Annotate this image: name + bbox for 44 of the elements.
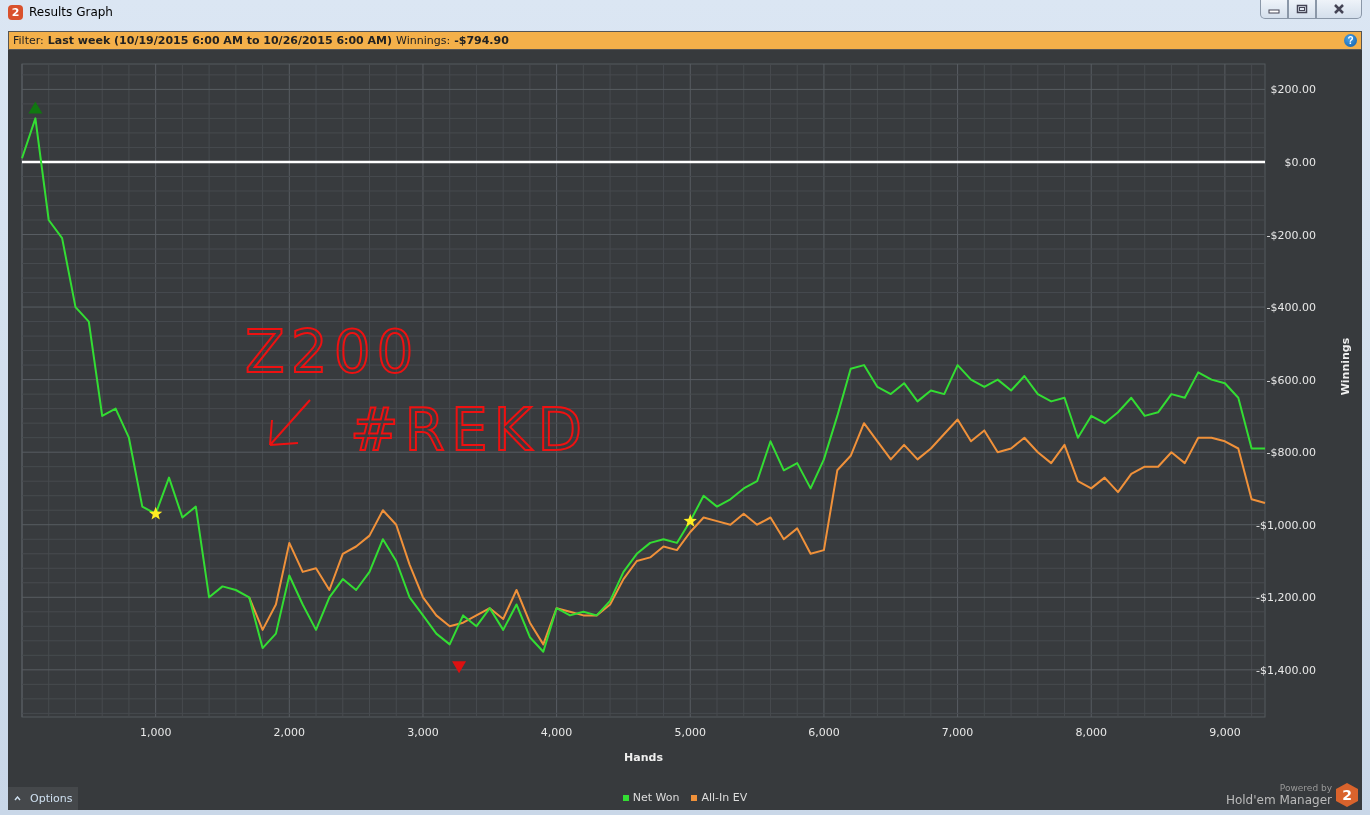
triangle-marker bbox=[452, 661, 467, 674]
maximize-button[interactable] bbox=[1288, 0, 1316, 19]
x-tick-label: 1,000 bbox=[139, 726, 172, 739]
close-button[interactable] bbox=[1316, 0, 1362, 19]
x-tick-label: 3,000 bbox=[407, 726, 439, 739]
x-tick-label: 6,000 bbox=[808, 726, 840, 739]
maximize-icon bbox=[1296, 4, 1308, 14]
brand-tagline: Powered by bbox=[1279, 783, 1332, 793]
winnings-value: -$794.90 bbox=[454, 34, 509, 47]
brand-logo-icon: 2 bbox=[1336, 783, 1358, 807]
triangle-marker bbox=[28, 101, 43, 114]
x-tick-label: 8,000 bbox=[1075, 726, 1107, 739]
app-logo-icon: 2 bbox=[8, 4, 23, 20]
y-tick-label: -$600.00 bbox=[1266, 373, 1316, 387]
x-axis-title: Hands bbox=[624, 751, 663, 764]
filter-label: Filter: bbox=[13, 34, 44, 47]
x-tick-label: 5,000 bbox=[674, 726, 707, 739]
options-button[interactable]: Options bbox=[8, 787, 79, 810]
y-tick-label: -$1,200.00 bbox=[1256, 591, 1316, 605]
caret-icon bbox=[14, 796, 21, 801]
y-tick-label: -$1,000.00 bbox=[1256, 518, 1316, 532]
y-tick-label: -$800.00 bbox=[1266, 446, 1316, 460]
x-tick-label: 9,000 bbox=[1209, 726, 1241, 739]
x-tick-label: 4,000 bbox=[540, 726, 573, 739]
filter-value: Last week (10/19/2015 6:00 AM to 10/26/2015 6:00 AM) bbox=[47, 34, 393, 47]
brand-name: Hold'em Manager bbox=[1225, 793, 1332, 807]
y-tick-label: -$1,400.00 bbox=[1256, 663, 1316, 677]
star-marker bbox=[683, 514, 697, 527]
window-title: Results Graph bbox=[29, 5, 113, 19]
x-tick-label: 2,000 bbox=[273, 726, 306, 739]
y-tick-label: -$200.00 bbox=[1266, 228, 1316, 242]
y-axis-title: Winnings bbox=[1339, 337, 1352, 396]
y-tick-label: $0.00 bbox=[1284, 155, 1316, 169]
legend-label: Net Won bbox=[632, 791, 680, 804]
y-tick-label: $200.00 bbox=[1270, 83, 1316, 97]
legend-label: All-In EV bbox=[701, 791, 748, 804]
scribbled-arrow bbox=[269, 399, 311, 446]
winnings-label: Winnings: bbox=[396, 34, 451, 47]
close-icon bbox=[1333, 4, 1345, 14]
y-tick-label: -$400.00 bbox=[1266, 301, 1316, 315]
handwritten-note: Z200 bbox=[245, 318, 420, 386]
x-tick-label: 7,000 bbox=[941, 726, 974, 739]
handwritten-note: #REKD bbox=[350, 396, 589, 464]
star-marker bbox=[149, 506, 163, 520]
